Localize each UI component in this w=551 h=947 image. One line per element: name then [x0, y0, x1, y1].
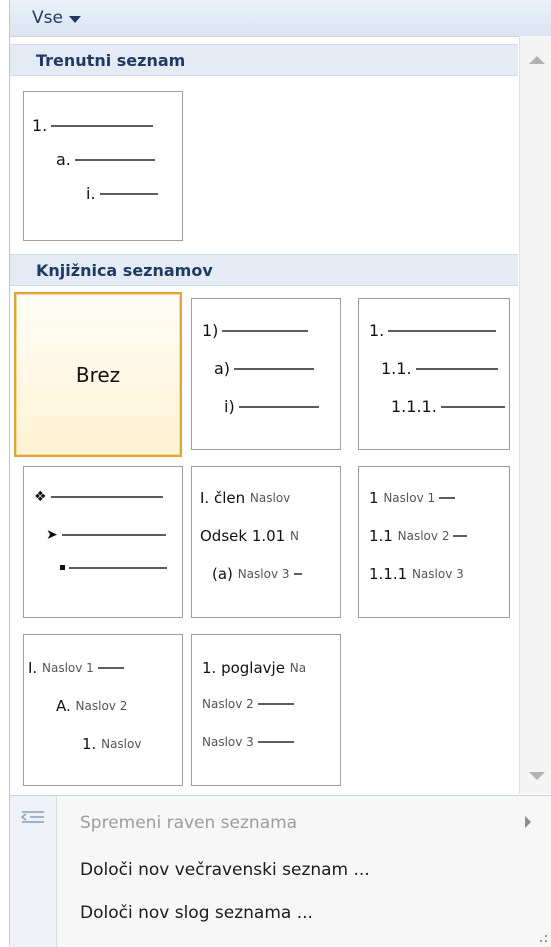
list-style-none[interactable]: Brez [14, 292, 182, 457]
gallery-menu: Spremeni raven seznama Določi nov večrav… [10, 795, 551, 947]
section-header-list-library: Knjižnica seznamov [10, 254, 518, 286]
list-style-paren[interactable]: 1) a) i) [191, 298, 341, 450]
diamond-bullet-icon: ❖ [34, 489, 47, 505]
section-header-current-list: Trenutni seznam [10, 44, 518, 76]
current-list-thumbnail[interactable]: 1. a. i. [23, 91, 183, 241]
resize-grip-icon[interactable] [538, 934, 548, 944]
list-style-bullets[interactable]: ❖ ➤ [23, 466, 183, 618]
list-style-chapter-headings[interactable]: 1. poglavje Na Naslov 2 Naslov 3 [191, 634, 341, 786]
gallery-filter-bar: Vse [10, 0, 551, 37]
arrow-bullet-icon: ➤ [46, 527, 58, 543]
list-style-decimal-legal[interactable]: 1. 1.1. 1.1.1. [358, 298, 510, 450]
dropdown-arrow-icon [68, 15, 81, 23]
menu-define-multilevel-list[interactable]: Določi nov večravenski seznam ... [80, 852, 370, 888]
gallery-scrollbar[interactable] [519, 36, 551, 794]
multilevel-list-gallery: Vse Trenutni seznam 1. a. i. Knjižnica s… [9, 0, 551, 947]
list-style-article-section[interactable]: I. člen Naslov Odsek 1.01 N (a) Naslov 3 [191, 466, 341, 618]
list-style-outline-headings[interactable]: I. Naslov 1 A. Naslov 2 1. Naslov [23, 634, 183, 786]
filter-dropdown[interactable]: Vse [32, 6, 81, 30]
change-list-level-icon [20, 811, 44, 823]
scroll-up-arrow-icon[interactable] [529, 56, 545, 64]
filter-label: Vse [32, 8, 63, 28]
submenu-arrow-icon [525, 816, 531, 828]
menu-change-list-level[interactable]: Spremeni raven seznama [80, 805, 297, 841]
list-style-none-label: Brez [75, 362, 121, 387]
list-style-numbered-headings[interactable]: 1 Naslov 1 1.1 Naslov 2 1.1.1 Naslov 3 [358, 466, 510, 618]
menu-define-list-style[interactable]: Določi nov slog seznama ... [80, 895, 313, 931]
menu-icon-column [10, 796, 57, 947]
square-bullet-icon [60, 565, 65, 570]
scroll-down-arrow-icon[interactable] [529, 772, 545, 780]
